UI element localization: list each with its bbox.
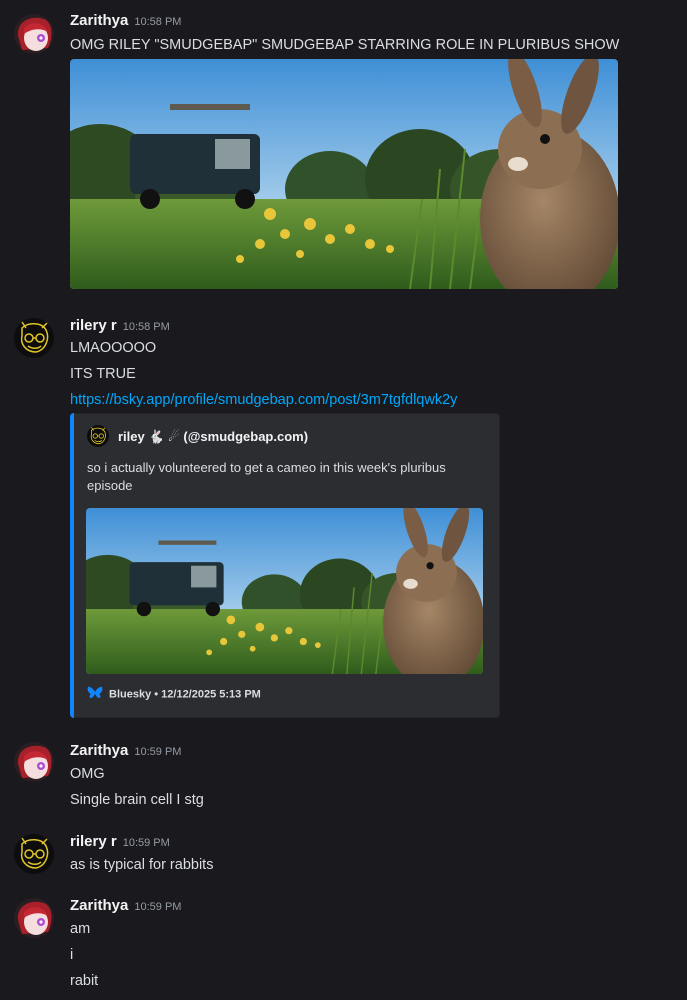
rilery-avatar[interactable] bbox=[14, 318, 54, 358]
embed-image[interactable] bbox=[86, 508, 483, 674]
username[interactable]: Zarithya bbox=[70, 742, 128, 759]
message-text: ITS TRUE bbox=[70, 366, 136, 382]
rabbit-photo-attachment[interactable] bbox=[70, 59, 618, 289]
embed-description: so i actually volunteered to get a cameo… bbox=[87, 460, 446, 493]
timestamp[interactable]: 10:58 PM bbox=[123, 321, 170, 333]
message-text: Single brain cell I stg bbox=[70, 792, 204, 808]
timestamp[interactable]: 10:59 PM bbox=[123, 837, 170, 849]
timestamp[interactable]: 10:59 PM bbox=[134, 901, 181, 913]
bluesky-post-link[interactable]: https://bsky.app/profile/smudgebap.com/p… bbox=[70, 392, 457, 408]
link-embed: riley 🐇 ☄ (@smudgebap.com) so i actually… bbox=[70, 413, 500, 718]
username[interactable]: rilery r bbox=[70, 833, 117, 850]
embed-accent-bar bbox=[70, 413, 74, 718]
embed-footer: Bluesky • 12/12/2025 5:13 PM bbox=[87, 686, 261, 703]
message-header: Zarithya 10:59 PM bbox=[70, 742, 181, 762]
message-text: as is typical for rabbits bbox=[70, 857, 214, 873]
username[interactable]: Zarithya bbox=[70, 897, 128, 914]
message-header: rilery r 10:58 PM bbox=[70, 317, 170, 337]
rilery-avatar[interactable] bbox=[14, 834, 54, 874]
embed-footer-text: Bluesky • 12/12/2025 5:13 PM bbox=[109, 688, 261, 701]
chat-messages: Zarithya 10:58 PM OMG RILEY "SMUDGEBAP" S… bbox=[0, 0, 687, 1000]
message-text: i bbox=[70, 947, 74, 963]
message-header: Zarithya 10:59 PM bbox=[70, 897, 181, 917]
message-header: Zarithya 10:58 PM bbox=[70, 12, 181, 32]
embed-author[interactable]: riley 🐇 ☄ (@smudgebap.com) bbox=[118, 429, 308, 445]
message-header: rilery r 10:59 PM bbox=[70, 833, 170, 853]
message-text: rabit bbox=[70, 973, 99, 989]
username[interactable]: rilery r bbox=[70, 317, 117, 334]
timestamp[interactable]: 10:59 PM bbox=[134, 746, 181, 758]
zarithya-avatar[interactable] bbox=[14, 742, 54, 782]
timestamp[interactable]: 10:58 PM bbox=[134, 16, 181, 28]
bluesky-butterfly-icon bbox=[87, 686, 103, 703]
embed-author-avatar[interactable] bbox=[87, 425, 109, 447]
message-text: OMG RILEY "SMUDGEBAP" SMUDGEBAP STARRING… bbox=[70, 37, 620, 53]
username[interactable]: Zarithya bbox=[70, 12, 128, 29]
zarithya-avatar[interactable] bbox=[14, 898, 54, 938]
message-text: OMG bbox=[70, 766, 105, 782]
message-text: LMAOOOOO bbox=[70, 340, 157, 356]
zarithya-avatar[interactable] bbox=[14, 14, 54, 54]
message-text: am bbox=[70, 921, 91, 937]
